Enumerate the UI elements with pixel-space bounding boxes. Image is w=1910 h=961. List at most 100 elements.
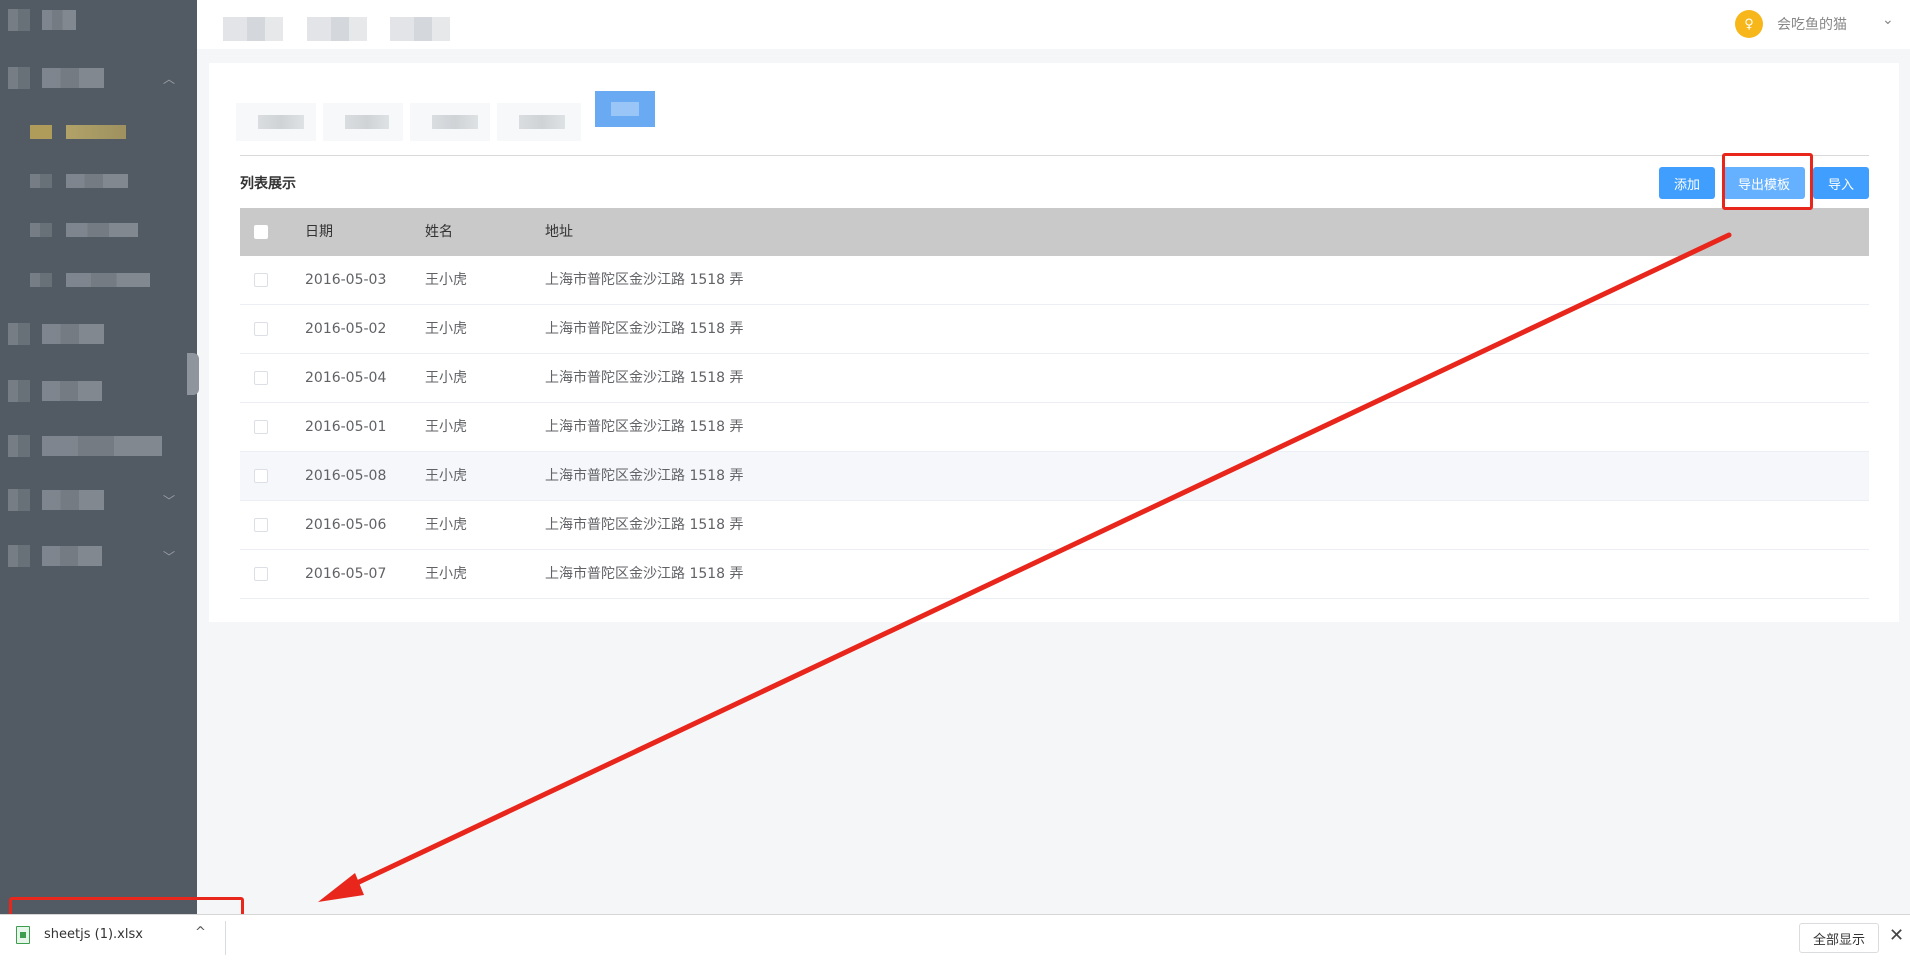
sidebar-subitem-3[interactable] — [0, 215, 197, 245]
tab-blurred[interactable] — [410, 103, 490, 141]
sidebar-item-4[interactable] — [0, 376, 197, 406]
sidebar-item-icon — [8, 380, 30, 402]
row-checkbox[interactable] — [254, 305, 268, 353]
row-checkbox[interactable] — [254, 550, 268, 598]
cell-date: 2016-05-07 — [305, 566, 387, 582]
table-row[interactable]: 2016-05-07 王小虎 上海市普陀区金沙江路 1518 弄 — [240, 550, 1869, 599]
sidebar-subitem-2[interactable] — [0, 166, 197, 196]
cell-name: 王小虎 — [425, 272, 467, 288]
breadcrumb-blurred[interactable] — [307, 17, 367, 41]
sidebar-item-icon — [8, 67, 30, 89]
table-row[interactable]: 2016-05-04 王小虎 上海市普陀区金沙江路 1518 弄 — [240, 354, 1869, 403]
tab-label-blurred — [432, 115, 478, 129]
sidebar-item-icon — [8, 323, 30, 345]
table-row[interactable]: 2016-05-02 王小虎 上海市普陀区金沙江路 1518 弄 — [240, 305, 1869, 354]
row-checkbox[interactable] — [254, 501, 268, 549]
select-all-checkbox[interactable] — [254, 208, 268, 256]
tab-label-blurred — [519, 115, 565, 129]
sidebar-item-icon — [8, 435, 30, 457]
tab-blurred[interactable] — [323, 103, 403, 141]
import-button[interactable]: 导入 — [1813, 167, 1869, 199]
sidebar-item-label-blurred — [42, 68, 104, 88]
username[interactable]: 会吃鱼的猫 — [1777, 14, 1847, 34]
cell-name: 王小虎 — [425, 468, 467, 484]
sidebar-item-2[interactable]: ︿ — [0, 63, 197, 93]
sidebar-item-6[interactable]: ﹀ — [0, 485, 197, 515]
sidebar-subitem-icon — [30, 273, 52, 287]
breadcrumb-blurred[interactable] — [223, 17, 283, 41]
sidebar-item-label-blurred — [42, 381, 102, 401]
excel-file-icon — [16, 926, 30, 944]
cell-address: 上海市普陀区金沙江路 1518 弄 — [545, 370, 744, 386]
sidebar-item-1[interactable] — [0, 5, 197, 35]
divider — [225, 921, 226, 955]
sidebar-subitem-4[interactable] — [0, 265, 197, 295]
section-title: 列表展示 — [240, 176, 296, 192]
row-checkbox[interactable] — [254, 452, 268, 500]
row-checkbox[interactable] — [254, 256, 268, 304]
chevron-up-icon[interactable]: ^ — [195, 925, 206, 940]
top-header: ♀ 会吃鱼的猫 ⌄ — [197, 0, 1910, 49]
column-header-address[interactable]: 地址 — [545, 208, 573, 256]
sidebar-item-label-blurred — [42, 546, 102, 566]
sidebar-item-icon — [8, 9, 30, 31]
download-file-name[interactable]: sheetjs (1).xlsx — [44, 927, 143, 942]
breadcrumb-blurred[interactable] — [390, 17, 450, 41]
download-item[interactable]: sheetjs (1).xlsx ^ — [10, 923, 225, 953]
cell-address: 上海市普陀区金沙江路 1518 弄 — [545, 272, 744, 288]
table-row[interactable]: 2016-05-03 王小虎 上海市普陀区金沙江路 1518 弄 — [240, 256, 1869, 305]
tab-blurred[interactable] — [497, 103, 581, 141]
sidebar-collapse-handle[interactable] — [187, 353, 199, 395]
cell-name: 王小虎 — [425, 321, 467, 337]
cell-address: 上海市普陀区金沙江路 1518 弄 — [545, 517, 744, 533]
tab-active[interactable] — [595, 91, 655, 127]
sidebar-item-label-blurred — [42, 10, 76, 30]
cell-name: 王小虎 — [425, 370, 467, 386]
annotation-box-export — [1722, 153, 1813, 210]
cell-address: 上海市普陀区金沙江路 1518 弄 — [545, 321, 744, 337]
tab-label-blurred — [345, 115, 389, 129]
cell-address: 上海市普陀区金沙江路 1518 弄 — [545, 566, 744, 582]
row-checkbox[interactable] — [254, 354, 268, 402]
column-header-name[interactable]: 姓名 — [425, 208, 453, 256]
cell-date: 2016-05-02 — [305, 321, 387, 337]
divider — [240, 155, 1869, 156]
cell-name: 王小虎 — [425, 566, 467, 582]
sidebar-item-icon — [8, 545, 30, 567]
show-all-button[interactable]: 全部显示 — [1799, 923, 1879, 953]
sidebar-item-label-blurred — [42, 436, 162, 456]
tab-blurred[interactable] — [236, 103, 316, 141]
sidebar-item-3[interactable] — [0, 319, 197, 349]
table-header: 日期 姓名 地址 — [240, 208, 1869, 256]
data-table: 日期 姓名 地址 2016-05-03 王小虎 上海市普陀区金沙江路 1518 … — [240, 208, 1869, 599]
sidebar-subitem-label-blurred — [66, 174, 128, 188]
cell-date: 2016-05-01 — [305, 419, 387, 435]
sidebar-subitem-icon — [30, 125, 52, 139]
chevron-up-icon: ︿ — [163, 71, 176, 86]
download-bar: sheetjs (1).xlsx ^ 全部显示 ✕ — [0, 914, 1910, 961]
cell-date: 2016-05-08 — [305, 468, 387, 484]
cell-address: 上海市普陀区金沙江路 1518 弄 — [545, 419, 744, 435]
sidebar-item-7[interactable]: ﹀ — [0, 541, 197, 571]
cell-name: 王小虎 — [425, 517, 467, 533]
close-icon[interactable]: ✕ — [1889, 925, 1904, 946]
sidebar-item-label-blurred — [42, 324, 104, 344]
table-row[interactable]: 2016-05-01 王小虎 上海市普陀区金沙江路 1518 弄 — [240, 403, 1869, 452]
user-icon[interactable]: ♀ — [1735, 10, 1763, 38]
add-button[interactable]: 添加 — [1659, 167, 1715, 199]
chevron-down-icon: ﹀ — [163, 493, 176, 508]
sidebar-item-label-blurred — [42, 490, 104, 510]
table-row[interactable]: 2016-05-08 王小虎 上海市普陀区金沙江路 1518 弄 — [240, 452, 1869, 501]
tab-label-blurred — [611, 102, 639, 116]
arrow-head — [318, 873, 364, 902]
sidebar-subitem-1[interactable] — [0, 117, 197, 147]
row-checkbox[interactable] — [254, 403, 268, 451]
chevron-down-icon[interactable]: ⌄ — [1882, 12, 1894, 28]
cell-date: 2016-05-03 — [305, 272, 387, 288]
avatar-glyph: ♀ — [1744, 16, 1754, 32]
sidebar-item-5[interactable] — [0, 431, 197, 461]
sidebar-subitem-icon — [30, 174, 52, 188]
cell-date: 2016-05-04 — [305, 370, 387, 386]
table-row[interactable]: 2016-05-06 王小虎 上海市普陀区金沙江路 1518 弄 — [240, 501, 1869, 550]
column-header-date[interactable]: 日期 — [305, 208, 333, 256]
